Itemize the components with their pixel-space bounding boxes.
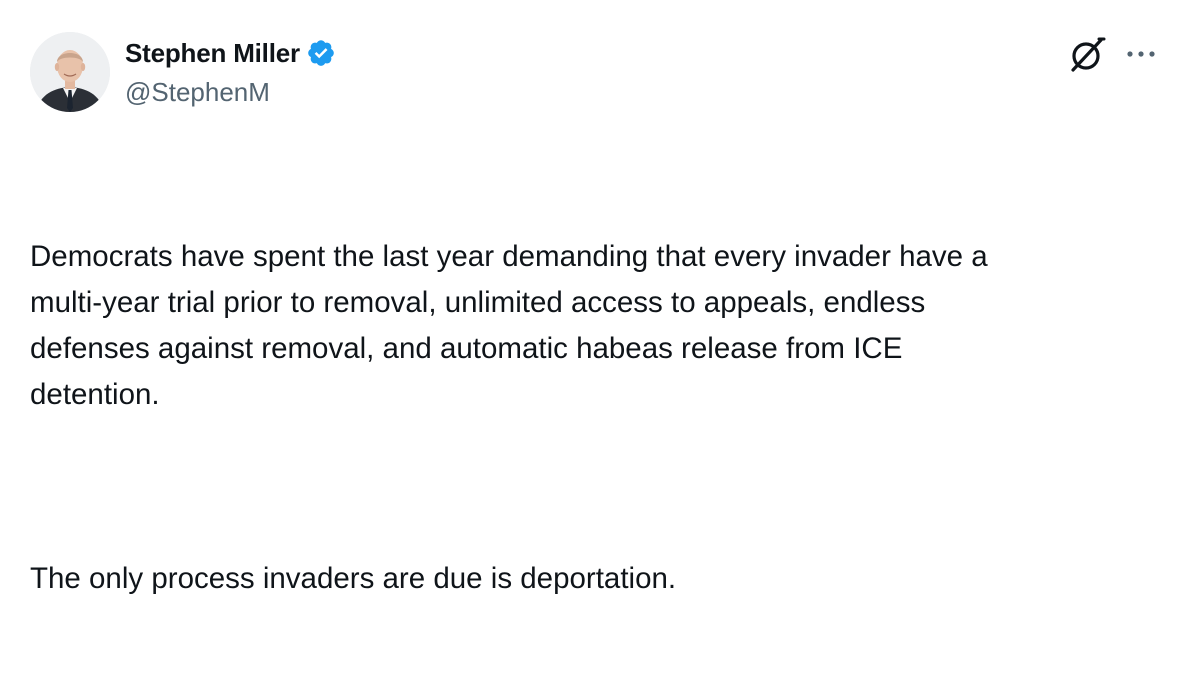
- display-name[interactable]: Stephen Miller: [125, 36, 300, 70]
- avatar[interactable]: [30, 32, 110, 112]
- author-name-row: Stephen Miller: [125, 36, 336, 70]
- verified-badge-icon[interactable]: [306, 38, 336, 68]
- tweet-text: Democrats have spent the last year deman…: [30, 142, 1170, 694]
- author-handle[interactable]: @StephenM: [125, 76, 270, 108]
- more-horizontal-icon[interactable]: [1124, 44, 1160, 64]
- avatar-image: [30, 32, 110, 112]
- grok-icon[interactable]: [1066, 34, 1108, 76]
- tweet-paragraph: The only process invaders are due is dep…: [30, 562, 677, 595]
- tweet-paragraph: Democrats have spent the last year deman…: [30, 240, 988, 411]
- tweet-card: Stephen Miller @StephenM Democrats have …: [0, 0, 1190, 595]
